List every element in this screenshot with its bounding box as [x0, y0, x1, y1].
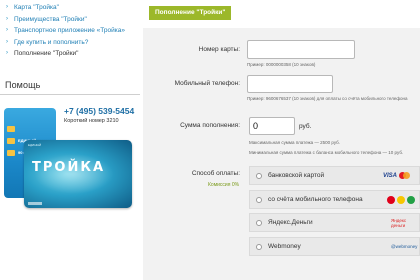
payment-method-label: Способ оплаты: — [191, 170, 240, 177]
mts-icon — [387, 196, 395, 204]
nav-item-advantages[interactable]: › Преимущества "Тройки" — [6, 14, 140, 26]
card-number-label: Номер карты: — [198, 46, 240, 53]
radio-webmoney[interactable] — [256, 244, 262, 250]
card-number-input[interactable] — [247, 40, 355, 59]
card-number-hint: Пример: 0000000358 (10 знаков) — [247, 62, 316, 67]
nav-item-card[interactable]: › Карта "Тройка" — [6, 2, 140, 14]
help-divider — [0, 94, 140, 95]
phone-label: Мобильный телефон: — [174, 80, 240, 87]
card-brand-text: ТРОЙКА — [32, 160, 106, 175]
nav-link-app[interactable]: Транспортное приложение «Тройка» — [14, 25, 125, 37]
beeline-icon — [397, 196, 405, 204]
radio-bank-card[interactable] — [256, 173, 262, 179]
payment-option-bank-card[interactable]: банковской картой VISA — [249, 166, 420, 185]
help-title: Помощь — [5, 80, 41, 90]
help-phone[interactable]: +7 (495) 539-5454 — [64, 106, 134, 116]
nav-item-app[interactable]: › Транспортное приложение «Тройка» — [6, 25, 140, 37]
sidebar-nav: › Карта "Тройка" › Преимущества "Тройки" ›… — [0, 0, 140, 60]
amount-max-hint: Максимальная сумма платежа — 2500 руб. — [249, 140, 340, 145]
nav-link-topup[interactable]: Пополнение "Тройки" — [14, 48, 78, 60]
payment-option-label: Webmoney — [268, 243, 301, 250]
nav-item-where-to-buy[interactable]: › Где купить и пополнить? — [6, 37, 140, 49]
left-sidebar: › Карта "Тройка" › Преимущества "Тройки" ›… — [0, 0, 140, 280]
bullet-icon: › — [6, 15, 8, 22]
amount-label: Сумма пополнения: — [180, 122, 240, 129]
mastercard-icon — [399, 171, 411, 181]
card-top-text: ЕДИНЫЙ — [28, 143, 42, 147]
commission-text: Комиссия 0% — [208, 182, 240, 188]
payment-option-yandex[interactable]: Яндекс.Деньги Яндекс деньги — [249, 213, 420, 232]
nav-item-topup[interactable]: › Пополнение "Тройки" — [6, 48, 140, 60]
payment-option-label: банковской картой — [268, 172, 325, 179]
visa-icon: VISA — [382, 173, 397, 179]
amount-min-hint: Минимальная сумма платежа с баланса моби… — [249, 150, 404, 155]
bullet-icon: › — [6, 38, 8, 45]
bullet-icon: › — [6, 4, 8, 10]
troika-card-front: ЕДИНЫЙ ТРОЙКА — [24, 140, 132, 208]
payment-option-label: Яндекс.Деньги — [268, 219, 313, 226]
amount-input[interactable] — [249, 117, 295, 135]
yandex-money-icon: Яндекс деньги — [391, 218, 407, 228]
tab-topup[interactable]: Пополнение "Тройки" — [149, 6, 232, 20]
webmoney-icon: @webmoney — [391, 244, 418, 249]
megafon-icon — [407, 196, 415, 204]
card-stripe — [7, 138, 15, 144]
bullet-icon: › — [6, 27, 8, 33]
phone-input[interactable] — [247, 75, 333, 93]
payment-option-webmoney[interactable]: Webmoney @webmoney — [249, 237, 420, 256]
troika-card-image: ЕДИНЫЙ 90 минут ЕДИНЫЙ ТРОЙКА — [4, 108, 132, 208]
card-stripe — [7, 150, 15, 156]
payment-option-label: со счёта мобильного телефона — [268, 196, 363, 203]
radio-yandex[interactable] — [256, 220, 262, 226]
nav-link-advantages[interactable]: Преимущества "Тройки" — [14, 14, 87, 26]
payment-option-mobile[interactable]: со счёта мобильного телефона — [249, 190, 420, 209]
card-bottom-strip — [28, 202, 42, 205]
radio-mobile[interactable] — [256, 197, 262, 203]
phone-hint: Пример: 9600676537 (10 знаков) для оплат… — [247, 96, 408, 101]
nav-link-card[interactable]: Карта "Тройка" — [14, 2, 59, 14]
help-short-number: Короткий номер 3210 — [64, 118, 119, 124]
card-stripe — [7, 126, 15, 132]
currency-label: руб. — [299, 123, 312, 130]
bullet-icon: › — [6, 50, 8, 56]
nav-link-where-to-buy[interactable]: Где купить и пополнить? — [14, 37, 88, 49]
